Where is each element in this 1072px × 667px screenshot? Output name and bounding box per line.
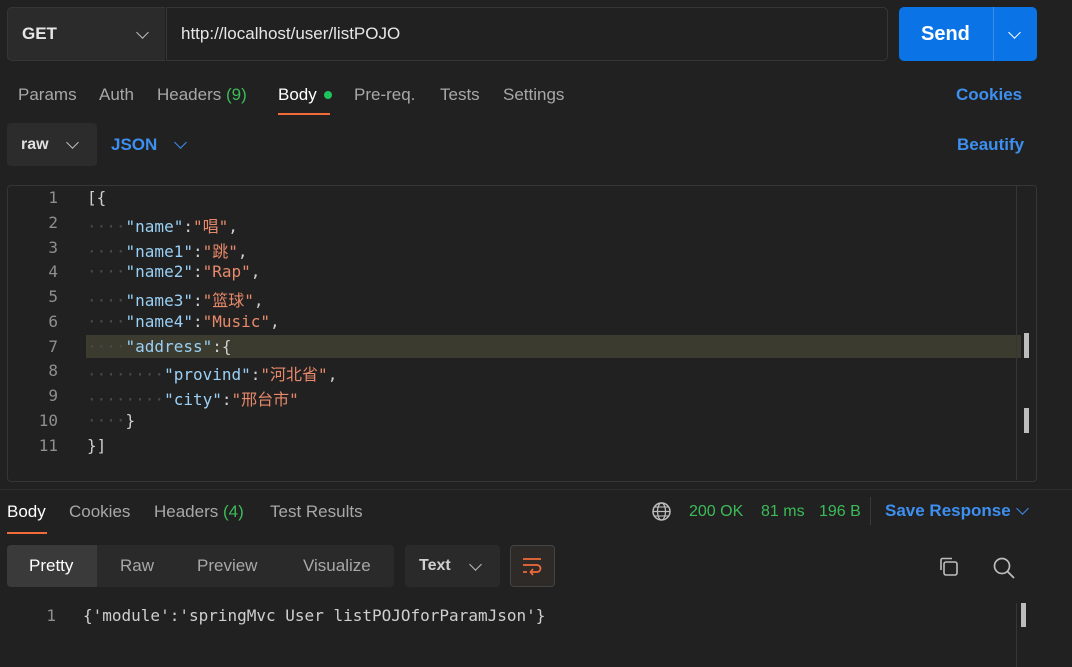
line-number: 10 [38, 411, 58, 430]
json-key: "city" [164, 390, 222, 409]
line-number: 4 [48, 262, 58, 281]
tab-auth[interactable]: Auth [99, 85, 134, 105]
tab-body[interactable]: Body [278, 85, 317, 105]
json-key: "provind" [164, 365, 251, 384]
divider [870, 497, 871, 525]
response-scrollbar-track [1016, 603, 1017, 667]
code-line: ····"name1":"跳", [87, 242, 248, 261]
active-tab-indicator [278, 113, 330, 115]
line-number: 2 [48, 213, 58, 232]
beautify-button[interactable]: Beautify [957, 135, 1024, 155]
line-number: 6 [48, 312, 58, 331]
chevron-down-icon [1016, 502, 1029, 515]
code-line: ········"provind":"河北省", [87, 365, 338, 384]
tab-headers-count: (9) [226, 85, 247, 104]
url-text: http://localhost/user/listPOJO [181, 24, 401, 43]
json-value: "跳" [202, 242, 238, 261]
json-value: "篮球" [202, 291, 254, 310]
tab-headers[interactable]: Headers (9) [157, 85, 247, 105]
tab-params[interactable]: Params [18, 85, 77, 105]
json-key: "name1" [125, 242, 193, 261]
wrap-lines-icon [523, 558, 542, 576]
code-line: ····} [87, 411, 136, 430]
line-number: 7 [48, 337, 58, 356]
cookies-link[interactable]: Cookies [956, 85, 1022, 105]
code-line: ····"name4":"Music", [87, 312, 280, 331]
line-number: 9 [48, 386, 58, 405]
json-key: "name" [125, 217, 184, 236]
line-number: 3 [48, 238, 58, 257]
json-format-select[interactable]: JSON [111, 135, 157, 155]
json-value: "河北省" [260, 365, 328, 384]
tab-tests[interactable]: Tests [440, 85, 480, 105]
code-line: ····"name":"唱", [87, 217, 238, 236]
tab-headers-label: Headers [157, 85, 222, 104]
editor-scrollbar-marker [1024, 333, 1029, 358]
pane-divider[interactable] [0, 489, 1072, 490]
code-line: ····"name2":"Rap", [87, 262, 261, 281]
json-key: "name2" [125, 262, 193, 281]
json-value: "邢台市" [231, 390, 299, 409]
json-key: "address" [125, 337, 213, 356]
response-time[interactable]: 81 ms [761, 503, 805, 521]
resp-tab-body[interactable]: Body [7, 502, 46, 522]
editor-scrollbar-track [1016, 186, 1017, 480]
method-label: GET [22, 24, 57, 43]
view-visualize-button[interactable]: Visualize [303, 556, 371, 576]
body-modified-dot [324, 91, 332, 99]
code-token: [{ [87, 188, 107, 207]
globe-icon[interactable] [651, 501, 672, 522]
code-line: ····"address":{ [87, 337, 232, 356]
line-number: 1 [48, 188, 58, 207]
code-token: }] [87, 436, 107, 455]
view-preview-button[interactable]: Preview [197, 556, 257, 576]
json-value: "唱" [192, 217, 229, 236]
json-key: "name3" [125, 291, 193, 310]
save-response-button[interactable]: Save Response [885, 501, 1011, 521]
copy-icon[interactable] [938, 556, 960, 578]
send-divider [993, 7, 994, 61]
view-pretty-button[interactable]: Pretty [29, 556, 73, 576]
code-line: ········"city":"邢台市" [87, 390, 299, 409]
raw-label: raw [21, 136, 49, 153]
resp-tab-headers[interactable]: Headers (4) [154, 502, 244, 522]
editor-scrollbar-thumb[interactable] [1024, 408, 1029, 433]
line-number: 11 [38, 436, 58, 455]
line-number: 1 [46, 606, 56, 625]
code-line: [{ [87, 188, 106, 207]
active-tab-indicator [7, 532, 47, 534]
send-label: Send [921, 23, 970, 45]
resp-tab-cookies[interactable]: Cookies [69, 502, 130, 522]
code-token: } [125, 411, 136, 430]
response-scrollbar-thumb[interactable] [1021, 603, 1026, 627]
status-code[interactable]: 200 OK [689, 503, 743, 521]
search-icon[interactable] [992, 556, 1016, 580]
code-line: }] [87, 436, 106, 455]
response-size[interactable]: 196 B [819, 503, 861, 521]
view-raw-button[interactable]: Raw [120, 556, 154, 576]
resp-tab-headers-label: Headers [154, 502, 219, 521]
tab-settings[interactable]: Settings [503, 85, 564, 105]
resp-tab-test-results[interactable]: Test Results [270, 502, 363, 522]
json-value: "Music" [202, 312, 271, 331]
json-key: "name4" [125, 312, 193, 331]
line-number: 5 [48, 287, 58, 306]
response-type-label: Text [419, 557, 451, 574]
tab-prereq[interactable]: Pre-req. [354, 85, 415, 105]
response-body-text: {'module':'springMvc User listPOJOforPar… [83, 606, 546, 625]
resp-tab-headers-count: (4) [223, 502, 244, 521]
code-line: ····"name3":"篮球", [87, 291, 264, 310]
line-number: 8 [48, 361, 58, 380]
json-value: "Rap" [202, 262, 251, 281]
chevron-down-icon [174, 136, 187, 149]
